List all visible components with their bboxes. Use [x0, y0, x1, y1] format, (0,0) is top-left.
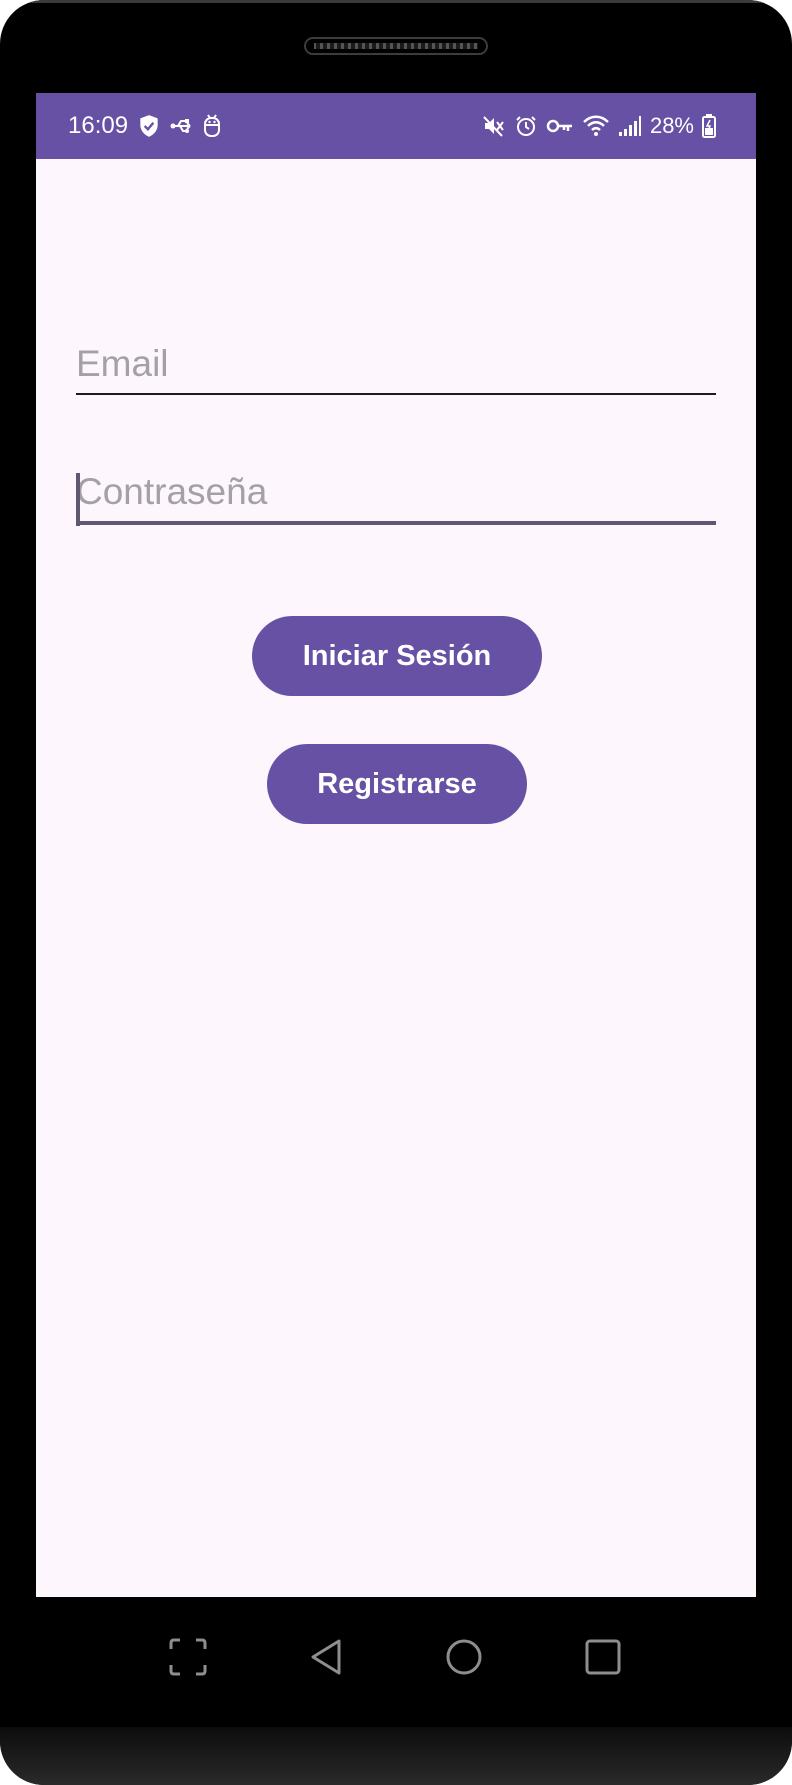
phone-bottom-bezel — [0, 1727, 792, 1785]
alarm-icon — [514, 114, 538, 138]
status-right: 28% — [482, 93, 716, 159]
register-button[interactable]: Registrarse — [267, 744, 527, 824]
vpn-key-icon — [546, 116, 574, 136]
back-icon[interactable] — [297, 1627, 357, 1687]
email-underline — [76, 393, 716, 395]
password-input[interactable] — [76, 471, 716, 521]
email-input[interactable] — [76, 343, 716, 393]
recents-icon[interactable] — [573, 1627, 633, 1687]
password-underline — [76, 521, 716, 525]
status-left: 16:09 — [68, 93, 222, 159]
password-field-container — [76, 471, 716, 526]
phone-top-edge — [0, 0, 792, 30]
email-field-container — [76, 343, 716, 395]
wifi-icon — [582, 114, 610, 138]
usb-icon — [170, 115, 194, 137]
status-bar: 16:09 28% — [36, 93, 756, 159]
status-time: 16:09 — [68, 112, 129, 139]
text-cursor — [76, 473, 80, 526]
home-icon[interactable] — [434, 1627, 494, 1687]
app-screen: 16:09 28% Email Iniciar Sesión Registrar… — [36, 93, 756, 1597]
shield-check-icon — [136, 113, 162, 139]
bug-icon — [202, 113, 222, 139]
mute-icon — [482, 114, 506, 138]
battery-icon — [702, 114, 716, 138]
login-button[interactable]: Iniciar Sesión — [252, 616, 542, 696]
screenshot-icon[interactable] — [158, 1627, 218, 1687]
battery-percent: 28% — [649, 113, 694, 138]
signal-icon — [618, 115, 642, 137]
navigation-bar — [0, 1597, 792, 1727]
phone-frame: 16:09 28% Email Iniciar Sesión Registrar… — [0, 0, 792, 1785]
speaker-grille — [304, 37, 488, 55]
